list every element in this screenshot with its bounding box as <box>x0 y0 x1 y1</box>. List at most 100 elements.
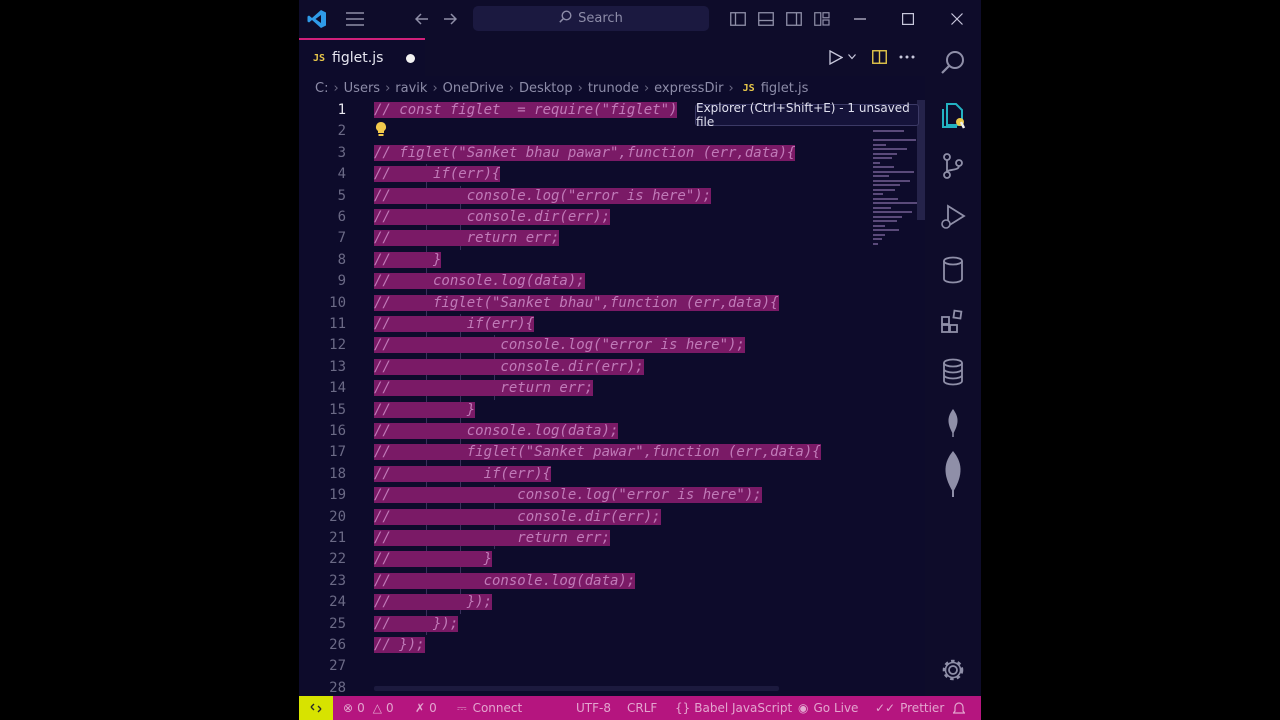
extensions-icon[interactable] <box>925 308 981 334</box>
forward-arrow-icon[interactable] <box>439 0 461 38</box>
breadcrumb-item[interactable]: OneDrive <box>443 81 504 96</box>
code-line[interactable]: 7 // return err; <box>299 228 925 250</box>
golive-button[interactable]: ◉ Go Live <box>798 696 858 720</box>
code-line[interactable]: 21 // return err; <box>299 528 925 550</box>
code-line[interactable]: 24 // }); <box>299 592 925 614</box>
split-editor-icon[interactable] <box>872 38 887 76</box>
minimap-line <box>873 202 917 204</box>
connect-button[interactable]: ⎓ Connect <box>457 696 522 720</box>
back-arrow-icon[interactable] <box>411 0 433 38</box>
vscode-window: Search JS figlet.js C: › Users › ravik ›… <box>299 0 981 720</box>
minimize-icon[interactable] <box>849 0 871 38</box>
code-line[interactable]: 15 // } <box>299 399 925 421</box>
close-icon[interactable] <box>946 0 968 38</box>
title-bar: Search <box>299 0 981 38</box>
code-line[interactable]: 13 // console.dir(err); <box>299 356 925 379</box>
toggle-secondary-sidebar-icon[interactable] <box>783 0 805 38</box>
code-line[interactable]: 16 // console.log(data); <box>299 421 925 443</box>
code-line[interactable]: 5 // console.log("error is here"); <box>299 185 925 207</box>
code-line[interactable]: 3 // figlet("Sanket bhau pawar",function … <box>299 143 925 164</box>
search-icon[interactable] <box>925 50 981 76</box>
code-line[interactable]: 23 // console.log(data); <box>299 570 925 593</box>
toggle-panel-icon[interactable] <box>755 0 777 38</box>
breadcrumb-item[interactable]: expressDir <box>654 81 723 96</box>
run-debug-icon[interactable] <box>925 203 981 231</box>
code-line[interactable]: 11 // if(err){ <box>299 314 925 336</box>
toggle-sidebar-icon[interactable] <box>727 0 749 38</box>
code-editor[interactable]: 1// const figlet = require("figlet") 2 3//… <box>299 100 925 696</box>
code-line[interactable]: 17 // figlet("Sanket pawar",function (err… <box>299 442 925 464</box>
line-number: 7 <box>337 230 346 247</box>
breadcrumb-item[interactable]: Users <box>344 81 380 96</box>
lightbulb-icon[interactable] <box>375 121 387 141</box>
code-line[interactable]: 9 // console.log(data); <box>299 271 925 293</box>
code-line[interactable]: 26 // }); <box>299 635 925 656</box>
minimap[interactable] <box>873 130 917 256</box>
code-line[interactable]: 14 // return err; <box>299 378 925 400</box>
command-search-box[interactable]: Search <box>473 6 709 31</box>
code-line[interactable]: 22 // } <box>299 549 925 571</box>
language-mode[interactable]: {} Babel JavaScript <box>675 696 792 720</box>
code-line[interactable]: 25 // }); <box>299 613 925 635</box>
unsaved-dot-icon[interactable] <box>406 54 415 63</box>
golive-icon: ◉ <box>798 701 809 715</box>
menu-icon[interactable] <box>343 0 367 38</box>
code-text: // } <box>374 250 442 271</box>
maximize-icon[interactable] <box>897 0 919 38</box>
encoding-indicator[interactable]: UTF-8 <box>576 696 611 720</box>
breadcrumb-item[interactable]: C: <box>315 81 328 96</box>
notifications-bell-icon[interactable] <box>953 696 965 720</box>
search-label: Search <box>578 11 623 26</box>
code-line[interactable]: 10 // figlet("Sanket bhau",function (err,… <box>299 292 925 314</box>
code-line[interactable]: 18 // if(err){ <box>299 463 925 486</box>
sql-database-icon[interactable] <box>925 358 981 386</box>
explorer-icon[interactable] <box>925 102 981 130</box>
minimap-line <box>873 215 902 218</box>
settings-gear-icon[interactable] <box>925 657 981 683</box>
problems-indicator[interactable]: ⊗ 0 △ 0 <box>343 696 394 720</box>
line-number: 14 <box>329 380 346 397</box>
connect-plug-icon: ⎓ <box>457 700 467 715</box>
code-text: // }); <box>374 635 425 656</box>
golive-label: Go Live <box>813 701 859 715</box>
more-actions-icon[interactable] <box>899 38 915 76</box>
source-control-icon[interactable] <box>925 152 981 180</box>
breadcrumb-item[interactable]: figlet.js <box>761 81 809 96</box>
horizontal-scrollbar[interactable] <box>374 686 779 691</box>
tab-figlet-js[interactable]: JS figlet.js <box>299 38 425 76</box>
selected-text: // return err; <box>374 530 611 546</box>
code-line[interactable]: 19 // console.log("error is here"); <box>299 485 925 507</box>
mongodb-leaf-icon[interactable] <box>925 408 981 438</box>
status-bar: ⊗ 0 △ 0 ✗ 0 ⎓ Connect UTF-8 CRLF {} Babe… <box>299 696 981 720</box>
database-icon[interactable] <box>925 256 981 284</box>
breadcrumb-item[interactable]: ravik <box>395 81 427 96</box>
line-number: 27 <box>329 658 346 675</box>
selected-text: // console.log("error is here"); <box>374 337 745 354</box>
code-line[interactable]: 12 // console.log("error is here"); <box>299 335 925 357</box>
breadcrumb-item[interactable]: trunode <box>588 81 639 96</box>
run-icon[interactable] <box>829 38 856 76</box>
mongodb-leaf-icon[interactable] <box>925 450 981 498</box>
chevron-down-icon[interactable] <box>848 54 856 60</box>
line-number: 23 <box>329 572 346 589</box>
code-line[interactable]: 8 // } <box>299 249 925 272</box>
error-count: 0 <box>357 701 365 715</box>
selected-text: // if(err){ <box>374 166 501 183</box>
remote-icon[interactable] <box>299 696 333 720</box>
code-line[interactable]: 4 // if(err){ <box>299 164 925 186</box>
selected-text: // } <box>374 251 442 268</box>
prettier-button[interactable]: ✓✓ Prettier <box>875 696 944 720</box>
ports-indicator[interactable]: ✗ 0 <box>415 696 437 720</box>
eol-indicator[interactable]: CRLF <box>627 696 657 720</box>
selected-text: // return err; <box>374 380 594 397</box>
line-number: 21 <box>329 530 346 546</box>
breadcrumb-item[interactable]: Desktop <box>519 81 573 96</box>
line-number: 20 <box>329 508 346 525</box>
error-icon: ⊗ <box>343 701 354 715</box>
line-number: 17 <box>329 444 346 461</box>
code-line[interactable]: 27 <box>299 656 925 677</box>
customize-layout-icon[interactable] <box>811 0 833 38</box>
code-line[interactable]: 6 // console.dir(err); <box>299 207 925 229</box>
line-number: 13 <box>329 358 346 375</box>
code-line[interactable]: 20 // console.dir(err); <box>299 506 925 528</box>
